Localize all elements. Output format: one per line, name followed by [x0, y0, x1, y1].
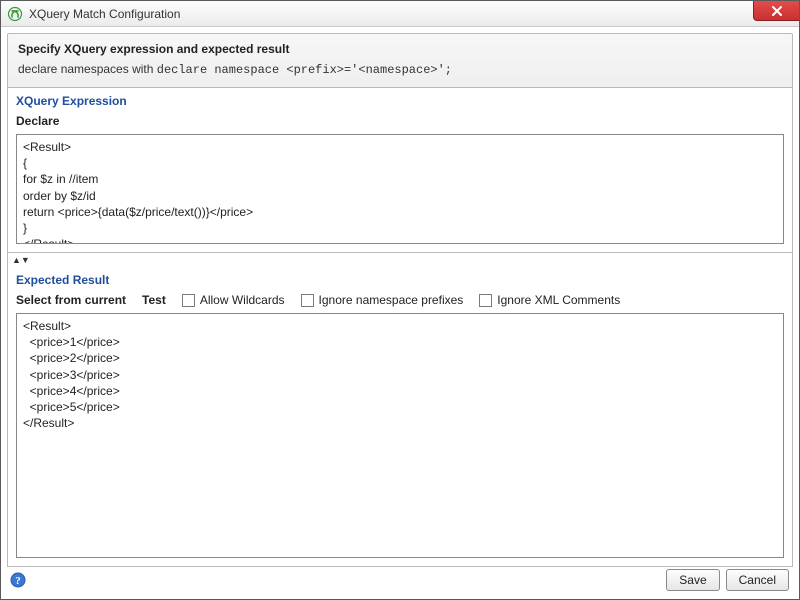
header-subtitle: declare namespaces with declare namespac… [18, 62, 782, 77]
checkbox-box-icon [182, 294, 195, 307]
ignore-xml-comments-label: Ignore XML Comments [497, 293, 620, 307]
xquery-section-title: XQuery Expression [8, 88, 792, 110]
dialog-window: XQuery Match Configuration Specify XQuer… [0, 0, 800, 600]
select-from-current-button[interactable]: Select from current [16, 293, 126, 307]
expected-textarea-wrap: <Result> <price>1</price> <price>2</pric… [8, 313, 792, 566]
save-button[interactable]: Save [666, 569, 719, 591]
dialog-footer: ? Save Cancel [7, 567, 793, 591]
ignore-namespace-prefixes-checkbox[interactable]: Ignore namespace prefixes [301, 293, 464, 307]
xquery-expression-input[interactable]: <Result> { for $z in //item order by $z/… [16, 134, 784, 244]
splitter-icon: ▲▼ [12, 256, 30, 265]
allow-wildcards-label: Allow Wildcards [200, 293, 285, 307]
ignore-xml-comments-checkbox[interactable]: Ignore XML Comments [479, 293, 620, 307]
xquery-toolbar: Declare [8, 110, 792, 134]
header-subtitle-prefix: declare namespaces with [18, 62, 157, 76]
xquery-expression-panel: XQuery Expression Declare <Result> { for… [7, 88, 793, 253]
splitter-handle[interactable]: ▲▼ [7, 253, 793, 267]
declare-button[interactable]: Declare [16, 114, 59, 128]
header-box: Specify XQuery expression and expected r… [7, 33, 793, 88]
close-button[interactable] [753, 1, 799, 21]
test-button[interactable]: Test [142, 293, 166, 307]
titlebar: XQuery Match Configuration [1, 1, 799, 27]
expected-result-input[interactable]: <Result> <price>1</price> <price>2</pric… [16, 313, 784, 558]
allow-wildcards-checkbox[interactable]: Allow Wildcards [182, 293, 285, 307]
window-title: XQuery Match Configuration [29, 7, 180, 21]
expected-result-panel: Expected Result Select from current Test… [7, 267, 793, 567]
expected-toolbar: Select from current Test Allow Wildcards… [8, 289, 792, 313]
dialog-content: Specify XQuery expression and expected r… [1, 27, 799, 599]
header-title: Specify XQuery expression and expected r… [18, 42, 782, 56]
checkbox-box-icon [479, 294, 492, 307]
cancel-button[interactable]: Cancel [726, 569, 789, 591]
ignore-namespace-prefixes-label: Ignore namespace prefixes [319, 293, 464, 307]
header-subtitle-code: declare namespace <prefix>='<namespace>'… [157, 63, 452, 77]
checkbox-box-icon [301, 294, 314, 307]
app-icon [7, 6, 23, 22]
help-icon: ? [10, 572, 26, 588]
expected-section-title: Expected Result [8, 267, 792, 289]
xquery-textarea-wrap: <Result> { for $z in //item order by $z/… [8, 134, 792, 252]
help-button[interactable]: ? [9, 571, 27, 589]
svg-text:?: ? [15, 575, 21, 587]
